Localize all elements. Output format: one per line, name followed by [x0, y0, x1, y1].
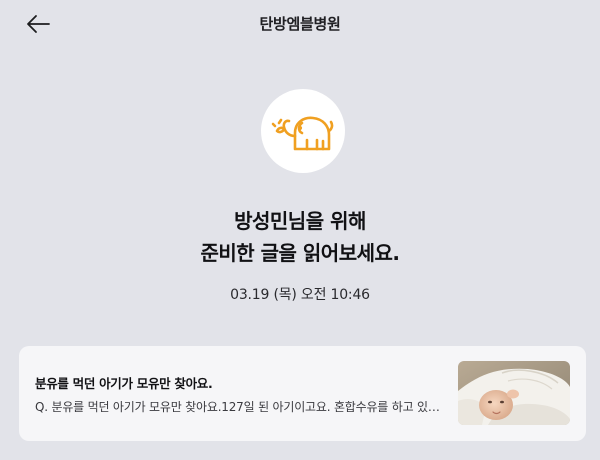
greeting-line-2: 준비한 글을 읽어보세요. [200, 241, 400, 265]
article-card[interactable]: 분유를 먹던 아기가 모유만 찾아요. Q. 분유를 먹던 아기가 모유만 찾아… [19, 346, 586, 441]
article-thumbnail [458, 361, 570, 425]
top-app-bar: 탄방엠블병원 [0, 0, 600, 48]
greeting-headline: 방성민님을 위해 준비한 글을 읽어보세요. [0, 205, 600, 269]
hospital-name-title: 탄방엠블병원 [259, 15, 341, 33]
article-title: 분유를 먹던 아기가 모유만 찾아요. [35, 376, 213, 391]
timestamp: 03.19 (목) 오전 10:46 [230, 287, 370, 303]
greeting-line-1: 방성민님을 위해 [234, 209, 366, 233]
hospital-logo [261, 89, 345, 173]
elephant-logo-icon [271, 116, 334, 151]
baby-in-blanket-photo [458, 361, 570, 425]
article-preview: Q. 분유를 먹던 아기가 모유만 찾아요.127일 된 아기이고요. 혼합수유… [35, 400, 443, 414]
